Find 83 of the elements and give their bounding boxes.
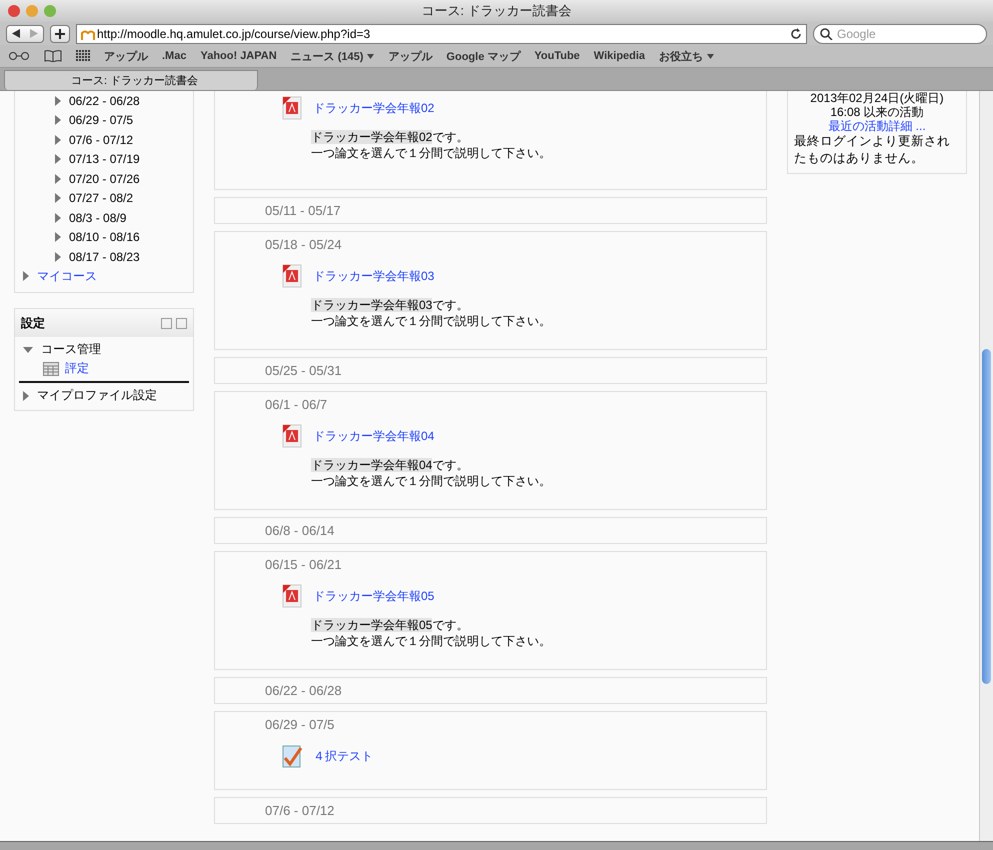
pdf-file-icon: [281, 96, 303, 120]
recent-since: 16:08 以来の活動: [829, 105, 925, 119]
section-title: 06/22 - 06/28: [264, 682, 343, 700]
collapse-block-button[interactable]: [161, 318, 172, 328]
week-link[interactable]: 08/10 - 08/16: [69, 230, 140, 244]
section-title: 05/18 - 05/24: [264, 236, 343, 254]
week-link[interactable]: 07/6 - 07/12: [69, 132, 134, 147]
reading-glasses-icon[interactable]: [8, 51, 30, 61]
book-icon[interactable]: [44, 50, 62, 62]
scrollbar-thumb[interactable]: [982, 349, 991, 684]
bookmark-link[interactable]: アップル: [104, 48, 148, 64]
close-button[interactable]: [8, 5, 20, 17]
tree-toggle-icon[interactable]: [23, 346, 33, 352]
add-bookmark-button[interactable]: [50, 24, 70, 42]
address-field[interactable]: http://moodle.hq.amulet.co.jp/course/view.php?id=3: [76, 24, 807, 44]
week-link[interactable]: 08/3 - 08/9: [69, 210, 126, 225]
activity-link[interactable]: ４択テスト: [313, 748, 373, 764]
recent-date: 2013年02月24日(火曜日): [809, 91, 945, 105]
grid-icon[interactable]: [76, 50, 90, 62]
settings-item[interactable]: コース管理: [41, 341, 101, 358]
block-title: 設定: [21, 314, 46, 332]
section-title: 06/29 - 07/5: [264, 716, 336, 734]
bookmark-link[interactable]: Google マップ: [446, 48, 520, 64]
expand-triangle-icon[interactable]: [55, 174, 61, 184]
week-link[interactable]: 07/20 - 07/26: [69, 172, 140, 186]
recent-message: 最終ログインより更新されたものはありません。: [794, 133, 951, 167]
expand-triangle-icon[interactable]: [55, 115, 61, 126]
expand-triangle-icon[interactable]: [23, 271, 29, 282]
section-title: 07/6 - 07/12: [264, 802, 336, 820]
forward-arrow-icon: [30, 29, 38, 38]
caret-icon: [367, 54, 374, 58]
activity-instruction: 一つ論文を選んで１分間で説明して下さい。: [311, 633, 552, 649]
pdf-file-icon: [281, 424, 303, 448]
activity-link[interactable]: ドラッカー学会年報02: [313, 100, 434, 116]
expand-triangle-icon[interactable]: [55, 96, 61, 106]
activity-instruction: 一つ論文を選んで１分間で説明して下さい。: [311, 145, 552, 161]
site-logo-icon: [81, 28, 95, 40]
dock-block-button[interactable]: [176, 318, 187, 328]
activity-link[interactable]: ドラッカー学会年報05: [313, 588, 434, 604]
activity-link[interactable]: ドラッカー学会年報04: [313, 428, 434, 444]
week-link[interactable]: 06/29 - 07/5: [69, 113, 134, 128]
caret-icon: [707, 54, 714, 58]
bookmark-link[interactable]: Yahoo! JAPAN: [200, 50, 277, 62]
activity-link[interactable]: ドラッカー学会年報03: [313, 268, 434, 284]
section-title: 06/1 - 06/7: [264, 396, 328, 414]
expand-triangle-icon[interactable]: [55, 134, 61, 145]
expand-triangle-icon[interactable]: [55, 212, 61, 223]
tree-toggle-icon[interactable]: [23, 390, 29, 400]
browser-tab[interactable]: コース: ドラッカー読書会: [4, 70, 258, 90]
scrollbar[interactable]: [979, 91, 993, 841]
week-link[interactable]: 07/27 - 08/2: [69, 191, 134, 206]
bookmark-link[interactable]: Wikipedia: [594, 50, 646, 62]
expand-triangle-icon[interactable]: [55, 232, 61, 242]
bookmark-link[interactable]: お役立ち: [659, 48, 714, 64]
settings-item[interactable]: マイプロファイル設定: [37, 387, 157, 404]
activity-instruction: 一つ論文を選んで１分間で説明して下さい。: [311, 313, 552, 329]
my-courses-link[interactable]: マイコース: [37, 268, 97, 285]
pdf-file-icon: [281, 264, 303, 288]
plus-icon: [55, 28, 65, 38]
expand-triangle-icon[interactable]: [55, 193, 61, 204]
expand-triangle-icon[interactable]: [55, 252, 61, 262]
week-link[interactable]: 07/13 - 07/19: [69, 152, 140, 166]
week-link[interactable]: 08/17 - 08/23: [69, 250, 140, 264]
recent-activity-link[interactable]: 最近の活動詳細 ...: [828, 119, 926, 133]
back-arrow-icon: [12, 29, 20, 38]
section-title: 06/8 - 06/14: [264, 522, 336, 540]
quiz-checkmark-icon: [281, 744, 303, 768]
pdf-file-icon: [281, 584, 303, 608]
week-link[interactable]: 06/22 - 06/28: [69, 94, 140, 108]
expand-triangle-icon[interactable]: [55, 154, 61, 164]
bookmark-link[interactable]: .Mac: [162, 50, 186, 62]
search-icon: [820, 28, 834, 40]
window-title: コース: ドラッカー読書会: [420, 2, 573, 20]
table-icon: [43, 362, 59, 376]
reload-icon[interactable]: [790, 28, 802, 40]
bookmark-link[interactable]: YouTube: [534, 50, 580, 62]
bookmark-link[interactable]: ニュース (145): [290, 48, 374, 64]
grades-link[interactable]: 評定: [65, 360, 89, 377]
section-title: 05/25 - 05/31: [264, 362, 343, 380]
section-title: 06/15 - 06/21: [264, 556, 343, 574]
bookmark-link[interactable]: アップル: [388, 48, 432, 64]
section-title: 05/11 - 05/17: [264, 202, 342, 220]
activity-instruction: 一つ論文を選んで１分間で説明して下さい。: [311, 473, 552, 489]
